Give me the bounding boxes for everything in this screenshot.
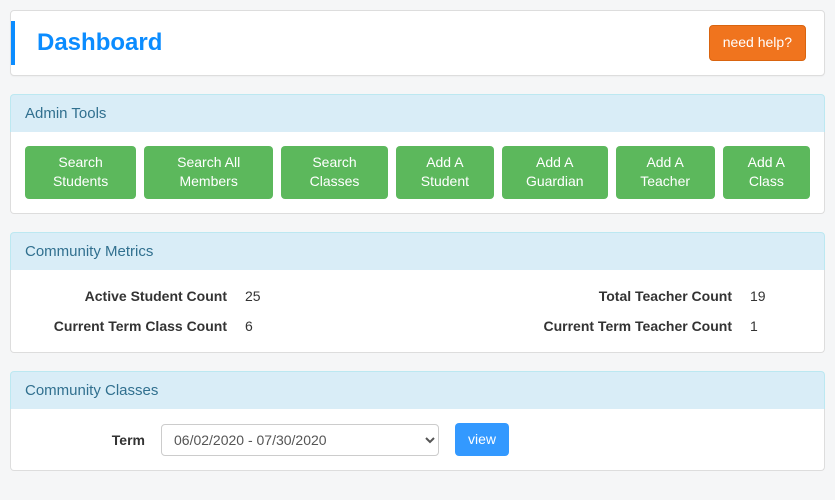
current-term-teacher-count-value: 1 (750, 318, 810, 334)
add-teacher-button[interactable]: Add A Teacher (616, 146, 715, 199)
community-metrics-panel: Community Metrics Active Student Count 2… (10, 232, 825, 353)
community-classes-heading: Community Classes (10, 371, 825, 409)
admin-tools-panel: Admin Tools Search Students Search All M… (10, 94, 825, 214)
search-all-members-button[interactable]: Search All Members (144, 146, 273, 199)
search-students-button[interactable]: Search Students (25, 146, 136, 199)
add-student-button[interactable]: Add A Student (396, 146, 494, 199)
admin-tools-heading: Admin Tools (10, 94, 825, 132)
page-title: Dashboard (37, 29, 162, 57)
page-header: Dashboard need help? (10, 10, 825, 76)
community-metrics-heading: Community Metrics (10, 232, 825, 270)
current-term-class-count-label: Current Term Class Count (25, 318, 245, 334)
current-term-class-count-value: 6 (245, 318, 305, 334)
view-button[interactable]: view (455, 423, 509, 457)
active-student-count-value: 25 (245, 288, 305, 304)
term-label: Term (25, 432, 145, 448)
community-classes-panel: Community Classes Term 06/02/2020 - 07/3… (10, 371, 825, 472)
need-help-button[interactable]: need help? (709, 25, 806, 61)
total-teacher-count-label: Total Teacher Count (530, 288, 750, 304)
total-teacher-count-value: 19 (750, 288, 810, 304)
admin-tools-add-group: Add A Student Add A Guardian Add A Teach… (396, 146, 810, 199)
add-class-button[interactable]: Add A Class (723, 146, 810, 199)
search-classes-button[interactable]: Search Classes (281, 146, 388, 199)
active-student-count-label: Active Student Count (25, 288, 245, 304)
add-guardian-button[interactable]: Add A Guardian (502, 146, 608, 199)
term-select[interactable]: 06/02/2020 - 07/30/2020 (161, 424, 439, 456)
admin-tools-search-group: Search Students Search All Members Searc… (25, 146, 388, 199)
current-term-teacher-count-label: Current Term Teacher Count (530, 318, 750, 334)
